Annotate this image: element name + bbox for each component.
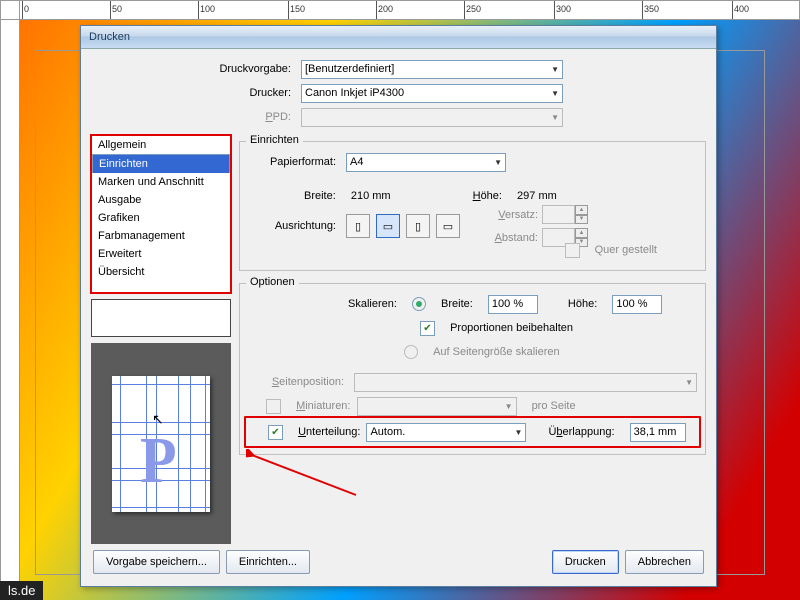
keep-prop-label: Proportionen beibehalten [450, 322, 573, 334]
thumbs-checkbox [266, 399, 281, 414]
dialog-title: Drucken [81, 26, 716, 49]
ruler-vertical [0, 0, 20, 600]
tile-select[interactable]: Autom.▼ [366, 423, 526, 442]
width-value: 210 mm [351, 190, 391, 202]
printer-select[interactable]: Canon Inkjet iP4300▼ [301, 84, 563, 103]
transverse-label: Quer gestellt [595, 244, 657, 256]
width-label: Breite: [304, 190, 336, 202]
orient-portrait-icon[interactable]: ▯ [346, 214, 370, 238]
group-options: Optionen Skalieren: Breite: 100 % Höhe: … [239, 283, 706, 455]
pagepos-select: ▼ [354, 373, 697, 392]
scale-width-input[interactable]: 100 % [488, 295, 538, 314]
ppd-label: PPD: [91, 111, 295, 123]
fit-page-label: Auf Seitengröße skalieren [433, 346, 560, 358]
sidebar-spare-box [91, 299, 231, 337]
offset-input [542, 205, 575, 224]
ruler-horizontal: 0 50 100 150 200 250 300 350 400 [18, 0, 800, 20]
paper-select[interactable]: A4▼ [346, 153, 506, 172]
preset-select[interactable]: [Benutzerdefiniert]▼ [301, 60, 563, 79]
scale-height-input[interactable]: 100 % [612, 295, 662, 314]
paper-label: Papierformat: [248, 156, 340, 168]
keep-prop-checkbox[interactable]: ✔ [420, 321, 435, 336]
height-value: 297 mm [517, 190, 557, 202]
print-dialog: Drucken Druckvorgabe: [Benutzerdefiniert… [80, 25, 717, 587]
orient-label: Ausrichtung: [248, 220, 340, 232]
print-preview: P ↖ [91, 343, 231, 544]
height-label: Höhe: [473, 190, 502, 202]
scale-label: Skalieren: [348, 298, 397, 310]
orient-rev-landscape-icon[interactable]: ▭ [436, 214, 460, 238]
sidebar-item-summary[interactable]: Übersicht [92, 263, 230, 281]
fit-page-radio [404, 345, 418, 359]
orient-landscape-icon[interactable]: ▭ [376, 214, 400, 238]
save-preset-button[interactable]: Vorgabe speichern... [93, 550, 220, 574]
orient-rev-portrait-icon[interactable]: ▯ [406, 214, 430, 238]
offset-label: Versatz: [486, 209, 538, 221]
pagepos-label: Seitenposition: [248, 376, 348, 388]
sidebar-item-graphics[interactable]: Grafiken [92, 209, 230, 227]
sidebar-item-setup[interactable]: Einrichten [92, 154, 230, 173]
transverse-checkbox [565, 243, 580, 258]
page-setup-button[interactable]: Einrichten... [226, 550, 310, 574]
cancel-button[interactable]: Abbrechen [625, 550, 704, 574]
thumbs-suffix: pro Seite [532, 400, 576, 412]
sidebar-item-output[interactable]: Ausgabe [92, 191, 230, 209]
print-button[interactable]: Drucken [552, 550, 619, 574]
ppd-select: ▼ [301, 108, 563, 127]
thumbs-label: Miniaturen: [296, 400, 350, 412]
section-list[interactable]: Allgemein Einrichten Marken und Anschnit… [91, 135, 231, 293]
options-heading: Optionen [246, 276, 299, 288]
sidebar-item-general[interactable]: Allgemein [92, 136, 230, 154]
overlap-input[interactable]: 38,1 mm [630, 423, 686, 442]
sidebar-item-color[interactable]: Farbmanagement [92, 227, 230, 245]
sidebar-item-marks[interactable]: Marken und Anschnitt [92, 173, 230, 191]
gap-label: Abstand: [486, 232, 538, 244]
tile-checkbox[interactable]: ✔ [268, 425, 283, 440]
printer-label: Drucker: [91, 87, 295, 99]
scale-width-radio[interactable] [412, 297, 426, 311]
setup-heading: Einrichten [246, 134, 303, 146]
preset-label: Druckvorgabe: [91, 63, 295, 75]
watermark: ls.de [0, 581, 43, 600]
tile-label: Unterteilung: [298, 426, 360, 438]
group-setup: Einrichten Papierformat: A4▼ Breite: 210… [239, 141, 706, 271]
overlap-label: Überlappung: [548, 426, 614, 438]
thumbs-select: ▼ [357, 397, 517, 416]
sidebar-item-advanced[interactable]: Erweitert [92, 245, 230, 263]
